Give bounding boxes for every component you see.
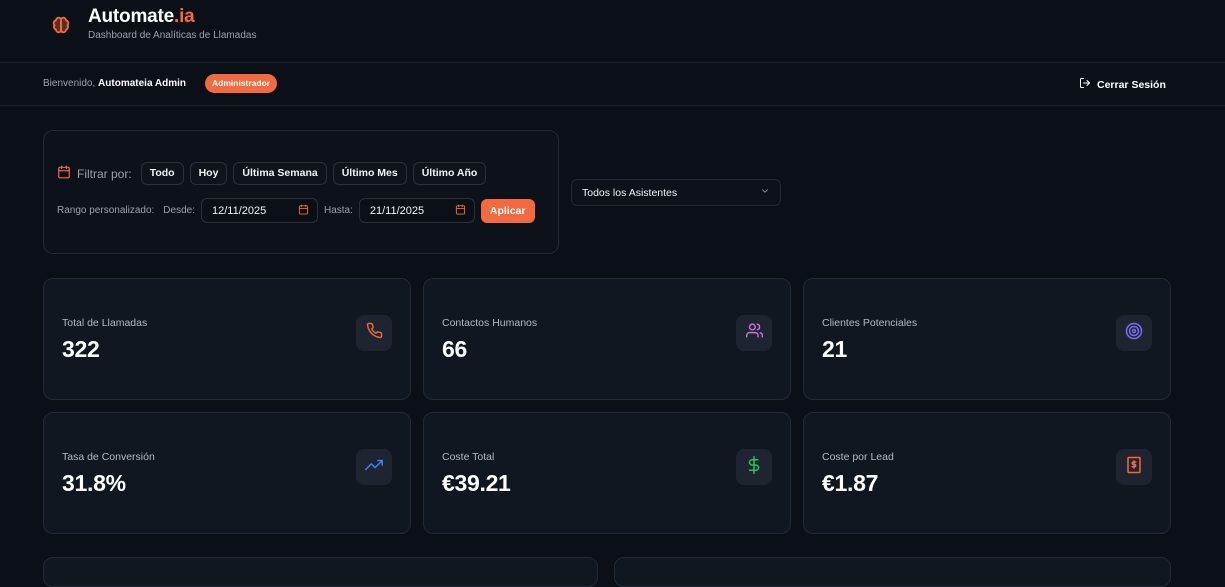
calendar-icon xyxy=(57,165,71,182)
filter-presets: Filtrar por: Todo Hoy Última Semana Últi… xyxy=(57,162,487,185)
stat-value: 21 xyxy=(822,336,847,362)
apply-button[interactable]: Aplicar xyxy=(480,198,535,223)
stat-value: 322 xyxy=(62,336,100,362)
logout-icon xyxy=(1079,77,1091,92)
target-icon xyxy=(1125,322,1143,345)
stat-icon-box xyxy=(356,449,392,485)
assistant-select[interactable]: Todos los Asistentes xyxy=(571,179,781,206)
phone-icon xyxy=(366,322,383,344)
welcome-prefix: Bienvenido, xyxy=(43,78,96,89)
stat-value: €1.87 xyxy=(822,470,879,496)
calendar-icon[interactable] xyxy=(298,203,309,218)
assistant-select-value: Todos los Asistentes xyxy=(582,186,678,199)
stat-card-contactos-humanos: Contactos Humanos 66 xyxy=(423,278,791,400)
stat-label: Coste Total xyxy=(442,451,495,463)
stat-icon-box xyxy=(356,315,392,351)
custom-range-label: Rango personalizado: xyxy=(57,205,155,216)
app-header: Automate.ia Dashboard de Analíticas de L… xyxy=(0,0,1225,63)
logout-button[interactable]: Cerrar Sesión xyxy=(1079,77,1166,92)
to-date-input[interactable]: 21/11/2025 xyxy=(358,198,475,223)
stat-label: Tasa de Conversión xyxy=(62,451,155,463)
stat-value: 66 xyxy=(442,336,467,362)
to-date-value: 21/11/2025 xyxy=(369,204,425,217)
filter-label: Filtrar por: xyxy=(57,165,132,182)
brand-accent: .ia xyxy=(174,6,195,27)
stat-label: Coste por Lead xyxy=(822,451,894,463)
stat-icon-box xyxy=(736,315,772,351)
stat-icon-box xyxy=(1116,449,1152,485)
brand-subtitle: Dashboard de Analíticas de Llamadas xyxy=(88,30,257,41)
role-badge: Administrador xyxy=(205,74,278,93)
custom-range: Rango personalizado: Desde: 12/11/2025 H… xyxy=(57,198,535,223)
filter-chip-todo[interactable]: Todo xyxy=(140,162,184,185)
filter-chip-hoy[interactable]: Hoy xyxy=(189,162,228,185)
receipt-icon xyxy=(1125,456,1143,479)
stat-value: €39.21 xyxy=(442,470,511,496)
calendar-icon[interactable] xyxy=(455,203,466,218)
stat-card-clientes-potenciales: Clientes Potenciales 21 xyxy=(803,278,1171,400)
filter-chip-ultimo-mes[interactable]: Último Mes xyxy=(332,162,407,185)
users-icon xyxy=(745,322,763,344)
brand-title: Automate.ia xyxy=(88,6,195,28)
from-date-value: 12/11/2025 xyxy=(211,204,267,217)
user-bar: Bienvenido, Automateia Admin Administrad… xyxy=(0,63,1225,106)
user-name: Automateia Admin xyxy=(98,78,187,89)
logout-label: Cerrar Sesión xyxy=(1097,78,1166,91)
stat-label: Total de Llamadas xyxy=(62,317,148,329)
stat-label: Contactos Humanos xyxy=(442,317,538,329)
stat-label: Clientes Potenciales xyxy=(822,317,918,329)
stat-card-coste-por-lead: Coste por Lead €1.87 xyxy=(803,412,1171,534)
welcome-text: Bienvenido, Automateia Admin xyxy=(43,78,186,89)
chevron-down-icon xyxy=(760,186,770,199)
stat-icon-box xyxy=(1116,315,1152,351)
brand-main: Automate xyxy=(88,6,175,27)
dollar-icon xyxy=(745,455,763,479)
brain-icon xyxy=(50,14,72,36)
filter-label-text: Filtrar por: xyxy=(77,166,132,181)
from-label: Desde: xyxy=(163,205,195,216)
stat-card-coste-total: Coste Total €39.21 xyxy=(423,412,791,534)
filter-panel: Filtrar por: Todo Hoy Última Semana Últi… xyxy=(43,130,559,254)
to-label: Hasta: xyxy=(323,205,353,216)
filter-chip-ultima-semana[interactable]: Última Semana xyxy=(233,162,327,185)
filter-chip-ultimo-ano[interactable]: Último Año xyxy=(412,162,487,185)
stat-icon-box xyxy=(736,449,772,485)
from-date-input[interactable]: 12/11/2025 xyxy=(200,198,318,223)
stat-value: 31.8% xyxy=(62,470,126,496)
trending-up-icon xyxy=(365,456,383,479)
stat-card-total-llamadas: Total de Llamadas 322 xyxy=(43,278,411,400)
stat-card-tasa-conversion: Tasa de Conversión 31.8% xyxy=(43,412,411,534)
